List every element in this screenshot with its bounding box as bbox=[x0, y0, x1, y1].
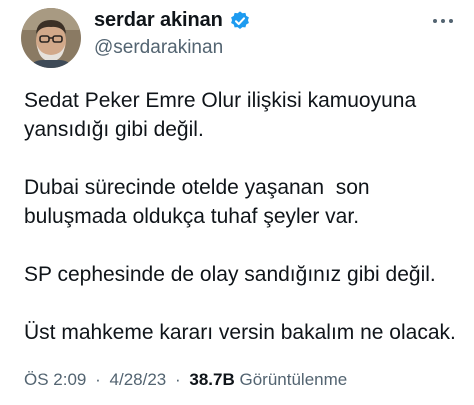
profile-photo bbox=[21, 8, 81, 68]
avatar[interactable] bbox=[21, 8, 81, 68]
tweet-text: Sedat Peker Emre Olur ilişkisi kamuoyuna… bbox=[24, 86, 464, 376]
tweet-paragraph: Dubai sürecinde otelde yaşanan son buluş… bbox=[24, 176, 370, 228]
views-count[interactable]: 38.7B bbox=[189, 370, 234, 389]
more-horizontal-icon[interactable] bbox=[430, 10, 456, 32]
views-label: Görüntülenme bbox=[239, 370, 348, 389]
tweet-paragraph: SP cephesinde de olay sandığınız gibi de… bbox=[24, 263, 436, 286]
verified-badge-icon bbox=[229, 10, 251, 32]
tweet-time[interactable]: ÖS 2:09 bbox=[24, 370, 86, 389]
tweet-date[interactable]: 4/28/23 bbox=[110, 370, 167, 389]
tweet-meta: ÖS 2:09 · 4/28/23 · 38.7B Görüntülenme bbox=[24, 370, 347, 390]
meta-separator: · bbox=[95, 370, 101, 389]
author-name-row: serdar akinan bbox=[94, 9, 251, 32]
tweet-paragraph: Sedat Peker Emre Olur ilişkisi kamuoyuna… bbox=[24, 89, 417, 141]
tweet-card: serdar akinan @serdarakinan Sedat Peker … bbox=[0, 0, 474, 405]
meta-separator: · bbox=[174, 370, 181, 389]
tweet-paragraph: Üst mahkeme kararı versin bakalım ne ola… bbox=[24, 321, 456, 344]
display-name[interactable]: serdar akinan bbox=[94, 9, 223, 32]
author-handle[interactable]: @serdarakinan bbox=[94, 37, 223, 59]
